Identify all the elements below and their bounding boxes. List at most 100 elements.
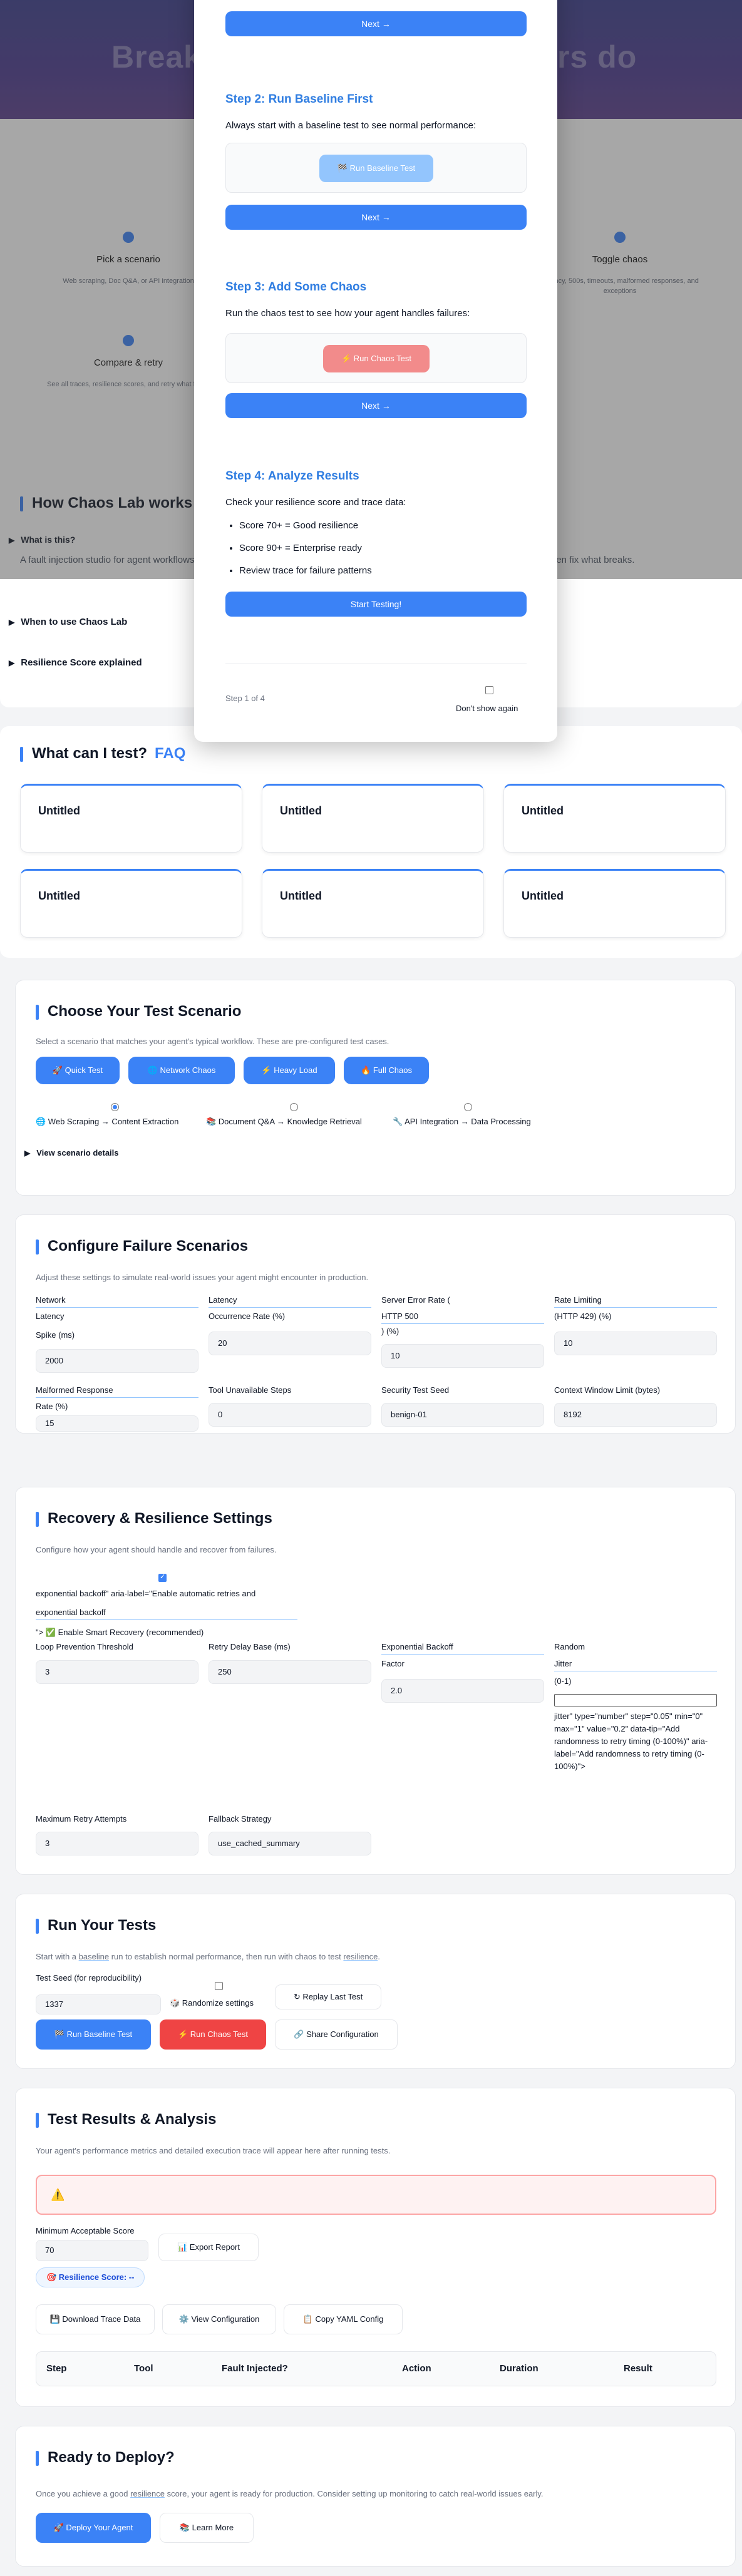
list-item: Score 90+ = Enterprise ready [239, 537, 372, 560]
scenario-sub: Select a scenario that matches your agen… [36, 1037, 389, 1046]
field-label: Network [36, 1295, 66, 1305]
label-underline [36, 1307, 198, 1308]
seed-label: Test Seed (for reproducibility) [36, 1973, 142, 1983]
heavy-load-button[interactable]: ⚡ Heavy Load [244, 1057, 335, 1084]
randomize-checkbox[interactable] [215, 1982, 223, 1990]
label-underline [36, 1397, 198, 1398]
tool-unavailable-input[interactable]: 0 [209, 1403, 371, 1427]
field-label: Random [554, 1642, 585, 1651]
download-trace-button[interactable]: 💾 Download Trace Data [36, 2304, 155, 2334]
raw-markup-text: exponential backoff [36, 1608, 106, 1617]
scenario-radio-api[interactable] [464, 1103, 472, 1111]
scenario-details-toggle[interactable]: ▶ View scenario details [24, 1148, 119, 1157]
next-button[interactable]: Next → [225, 393, 527, 418]
learn-more-button[interactable]: 📚 Learn More [160, 2513, 254, 2543]
max-retry-input[interactable]: 3 [36, 1832, 198, 1855]
test-tile[interactable]: Untitled [262, 784, 484, 853]
test-tile[interactable]: Untitled [503, 869, 726, 938]
field-label: Maximum Retry Attempts [36, 1814, 127, 1824]
results-title: Test Results & Analysis [36, 2111, 216, 2128]
step3-text: Run the chaos test to see how your agent… [225, 308, 470, 319]
field-label: (HTTP 429) (%) [554, 1311, 612, 1321]
deploy-agent-button[interactable]: 🚀 Deploy Your Agent [36, 2513, 151, 2543]
network-chaos-button[interactable]: 🌐 Network Chaos [128, 1057, 235, 1084]
recovery-title: Recovery & Resilience Settings [36, 1510, 272, 1527]
field-label: Latency [209, 1295, 237, 1305]
run-baseline-button[interactable]: 🏁 Run Baseline Test [36, 2019, 151, 2050]
field-label: Loop Prevention Threshold [36, 1642, 133, 1651]
quick-test-button[interactable]: 🚀 Quick Test [36, 1057, 120, 1084]
raw-markup-text: jitter" type="number" step="0.05" min="0… [554, 1711, 708, 1771]
field-label: Rate (%) [36, 1402, 68, 1411]
test-tile[interactable]: Untitled [20, 784, 242, 853]
replay-button[interactable]: ↻ Replay Last Test [275, 1984, 381, 2009]
field-label: Context Window Limit (bytes) [554, 1385, 661, 1395]
field-label: Retry Delay Base (ms) [209, 1642, 291, 1651]
label-underline [209, 1307, 371, 1308]
server-error-input[interactable]: 10 [381, 1344, 544, 1368]
backoff-factor-input[interactable]: 2.0 [381, 1679, 544, 1703]
step4-title: Step 4: Analyze Results [225, 470, 359, 483]
field-label: Jitter [554, 1659, 572, 1668]
retry-delay-input[interactable]: 250 [209, 1660, 371, 1684]
label-underline [36, 1619, 297, 1620]
field-label: Malformed Response [36, 1385, 113, 1395]
field-label: ) (%) [381, 1326, 399, 1336]
step4-list: Score 70+ = Good resilience Score 90+ = … [239, 515, 372, 582]
col-fault: Fault Injected? [222, 2363, 288, 2374]
what-can-i-test-section: What can I test? FAQ Untitled Untitled Un… [0, 726, 742, 958]
col-action: Action [402, 2363, 431, 2374]
start-testing-button[interactable]: Start Testing! [225, 592, 527, 617]
dont-show-checkbox[interactable] [485, 686, 493, 694]
run-chaos-button[interactable]: ⚡ Run Chaos Test [160, 2019, 266, 2050]
field-label: (0-1) [554, 1676, 572, 1686]
full-chaos-button[interactable]: 🔥 Full Chaos [344, 1057, 429, 1084]
latency-rate-input[interactable]: 20 [209, 1332, 371, 1355]
scenario-radio-web[interactable] [111, 1103, 119, 1111]
failures-card: Configure Failure Scenarios Adjust these… [15, 1214, 736, 1434]
security-seed-input[interactable]: benign-01 [381, 1403, 544, 1427]
step3-box: ⚡ Run Chaos Test [225, 333, 527, 383]
copy-yaml-button[interactable]: 📋 Copy YAML Config [284, 2304, 403, 2334]
field-label: Factor [381, 1659, 404, 1668]
results-card: Test Results & Analysis Your agent's per… [15, 2088, 736, 2407]
baseline-demo-button[interactable]: 🏁 Run Baseline Test [319, 155, 433, 182]
test-tile[interactable]: Untitled [503, 784, 726, 853]
test-tile[interactable]: Untitled [20, 869, 242, 938]
jitter-input[interactable] [554, 1694, 717, 1706]
scenario-title: Choose Your Test Scenario [36, 1003, 241, 1020]
next-button[interactable]: Next → [225, 205, 527, 230]
scenario-label-web: 🌐 Web Scraping → Content Extraction [36, 1117, 179, 1126]
field-label: HTTP 500 [381, 1311, 419, 1321]
view-config-button[interactable]: ⚙️ View Configuration [162, 2304, 276, 2334]
field-label: Occurrence Rate (%) [209, 1311, 286, 1321]
recovery-sub: Configure how your agent should handle a… [36, 1545, 277, 1554]
col-step: Step [46, 2363, 67, 2374]
seed-input[interactable]: 1337 [36, 1994, 161, 2014]
min-score-input[interactable]: 70 [36, 2240, 148, 2261]
next-button[interactable]: Next → [225, 11, 527, 36]
run-sub: Start with a baseline run to establish n… [36, 1952, 380, 1961]
min-score-label: Minimum Acceptable Score [36, 2226, 135, 2235]
test-tile[interactable]: Untitled [262, 869, 484, 938]
loop-threshold-input[interactable]: 3 [36, 1660, 198, 1684]
field-label: Spike (ms) [36, 1330, 75, 1340]
malformed-input[interactable]: 15 [36, 1415, 198, 1432]
step2-title: Step 2: Run Baseline First [225, 93, 373, 106]
details-resilience-score[interactable]: ▶ Resilience Score explained [9, 657, 142, 668]
dont-show-label: Don't show again [456, 704, 518, 713]
deploy-card: Ready to Deploy? Once you achieve a good… [15, 2426, 736, 2567]
label-underline [554, 1307, 717, 1308]
share-config-button[interactable]: 🔗 Share Configuration [275, 2019, 398, 2050]
smart-recovery-checkbox[interactable] [158, 1573, 167, 1582]
rate-limit-input[interactable]: 10 [554, 1332, 717, 1355]
fallback-strategy-input[interactable]: use_cached_summary [209, 1832, 371, 1855]
warning-icon: ⚠️ [51, 2189, 65, 2201]
scenario-radio-docs[interactable] [290, 1103, 298, 1111]
latency-spike-input[interactable]: 2000 [36, 1349, 198, 1373]
chaos-demo-button[interactable]: ⚡ Run Chaos Test [323, 345, 430, 372]
context-limit-input[interactable]: 8192 [554, 1403, 717, 1427]
faq-link[interactable]: FAQ [155, 745, 185, 762]
export-report-button[interactable]: 📊 Export Report [158, 2234, 259, 2261]
details-when-to-use[interactable]: ▶ When to use Chaos Lab [9, 617, 127, 627]
